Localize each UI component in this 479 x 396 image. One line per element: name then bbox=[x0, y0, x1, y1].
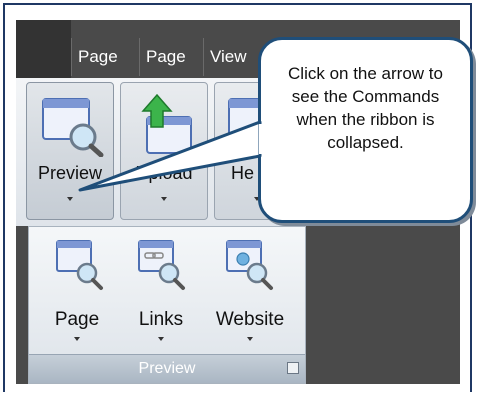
website-button-label: Website bbox=[215, 309, 285, 330]
upload-dropdown-arrow[interactable] bbox=[161, 197, 167, 201]
page-preview-icon bbox=[55, 239, 105, 291]
website-preview-icon bbox=[225, 239, 275, 291]
callout-text: Click on the arrow to see the Commands w… bbox=[288, 64, 443, 152]
preview-icon bbox=[39, 93, 105, 157]
website-dropdown-arrow[interactable] bbox=[247, 337, 253, 341]
preview-button-label: Preview bbox=[37, 163, 103, 183]
upload-icon bbox=[133, 93, 199, 157]
page-dropdown-arrow[interactable] bbox=[74, 337, 80, 341]
tab-view[interactable]: View bbox=[203, 38, 263, 76]
tab-page-1[interactable]: Page bbox=[71, 38, 139, 76]
links-preview-button[interactable]: Links bbox=[121, 237, 201, 347]
dialog-launcher-icon[interactable] bbox=[287, 362, 299, 374]
page-button-label: Page bbox=[54, 309, 100, 330]
tab-page-2[interactable]: Page bbox=[139, 38, 203, 76]
website-preview-button[interactable]: Website bbox=[205, 237, 295, 347]
quick-access-area bbox=[16, 20, 71, 80]
group-title: Preview bbox=[138, 360, 196, 377]
preview-group-panel: Page Links Website Preview bbox=[28, 226, 306, 384]
upload-split-button[interactable]: Upload bbox=[120, 82, 208, 220]
callout-bubble: Click on the arrow to see the Commands w… bbox=[258, 37, 473, 223]
group-title-bar: Preview bbox=[29, 354, 305, 383]
preview-dropdown-arrow[interactable] bbox=[67, 197, 73, 201]
links-preview-icon bbox=[137, 239, 187, 291]
preview-split-button[interactable]: Preview bbox=[26, 82, 114, 220]
page-preview-button[interactable]: Page bbox=[37, 237, 117, 347]
upload-button-label: Upload bbox=[135, 163, 193, 183]
links-dropdown-arrow[interactable] bbox=[158, 337, 164, 341]
links-button-label: Links bbox=[138, 309, 184, 330]
